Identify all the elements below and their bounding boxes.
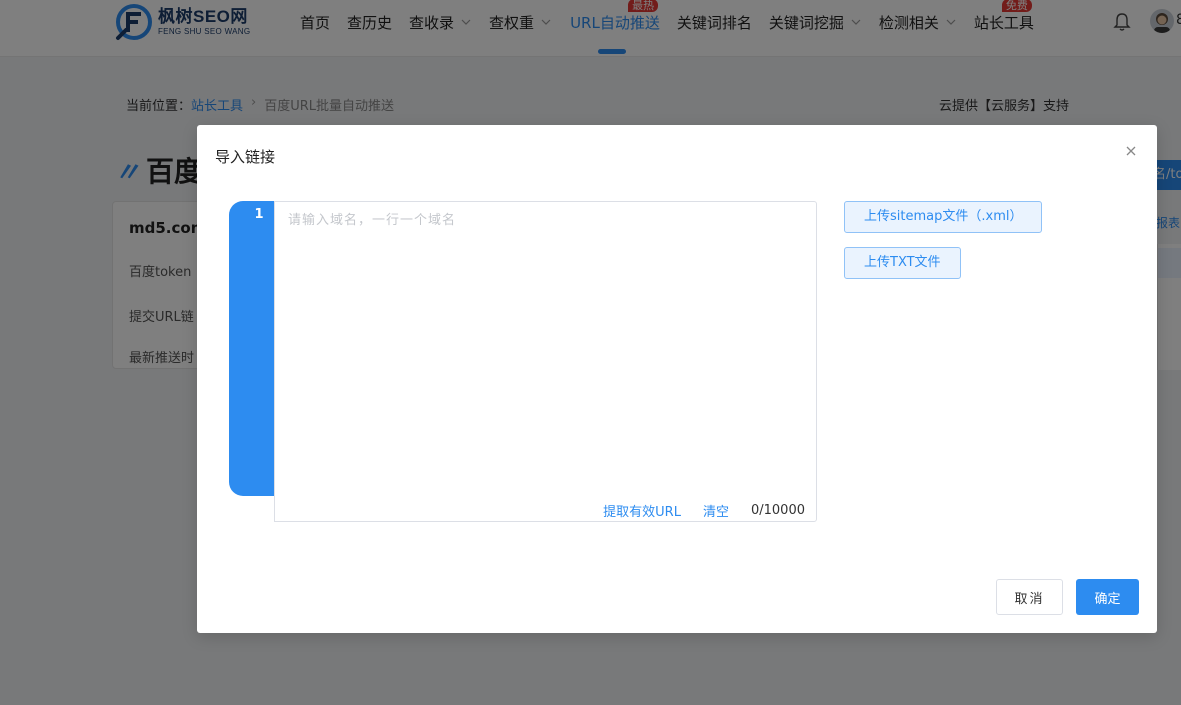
clear-link[interactable]: 清空	[703, 501, 729, 520]
upload-sitemap-button[interactable]: 上传sitemap文件（.xml）	[844, 201, 1043, 233]
cancel-button[interactable]: 取消	[996, 579, 1063, 615]
dialog-title: 导入链接	[215, 148, 276, 166]
import-links-dialog: 导入链接 1 提取有效URL 清空 0/10000 上传sitemap文件（.x…	[197, 125, 1157, 633]
close-icon[interactable]	[1123, 143, 1139, 159]
url-editor: 提取有效URL 清空 0/10000	[274, 201, 817, 522]
confirm-button[interactable]: 确定	[1076, 579, 1139, 615]
extract-valid-url-link[interactable]: 提取有效URL	[603, 501, 681, 520]
line-number-gutter: 1	[229, 201, 274, 496]
char-counter: 0/10000	[750, 503, 805, 518]
domain-textarea[interactable]	[275, 202, 816, 492]
editor-footer: 提取有效URL 清空 0/10000	[603, 501, 805, 520]
upload-txt-button[interactable]: 上传TXT文件	[844, 247, 961, 279]
